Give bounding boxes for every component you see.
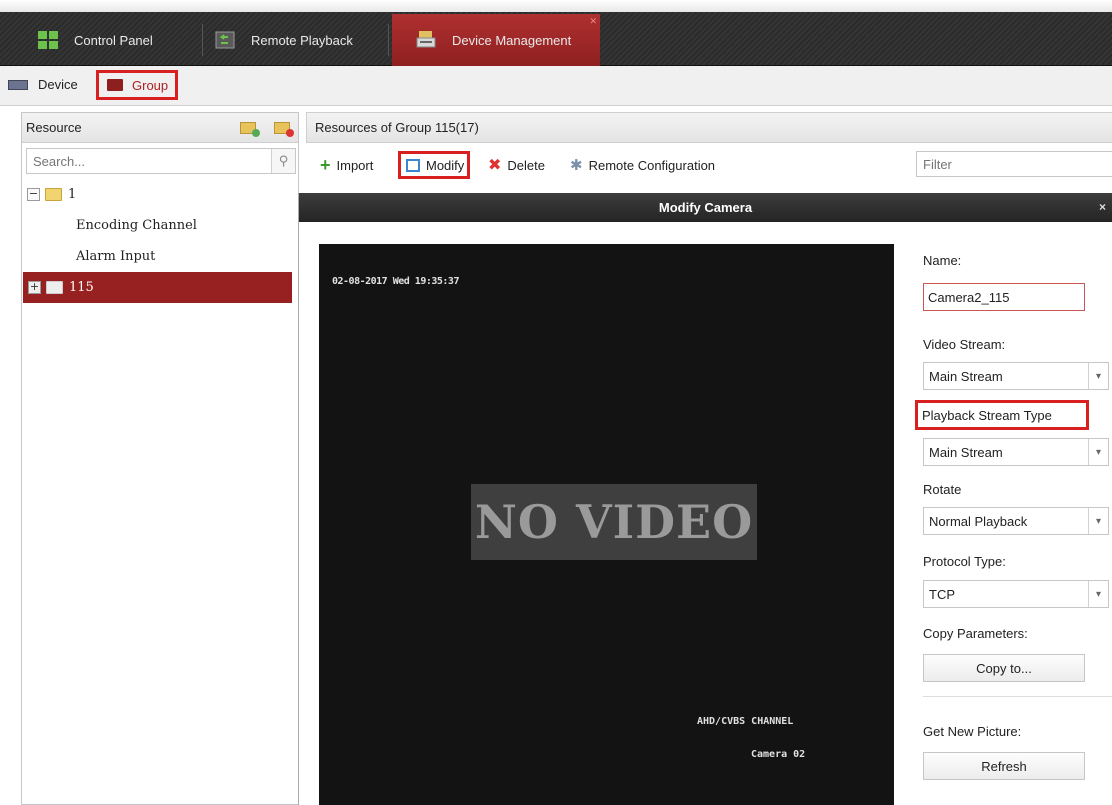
video-stream-select[interactable]: Main Stream ▾ xyxy=(923,362,1109,390)
tab-control-panel[interactable]: Control Panel xyxy=(30,14,200,66)
search-icon[interactable]: ⚲ xyxy=(271,149,295,173)
tab-device-management[interactable]: Device Management ✕ xyxy=(392,14,600,66)
subtab-group-label: Group xyxy=(132,77,169,93)
tree-node-label: 115 xyxy=(69,280,94,295)
close-icon[interactable]: × xyxy=(1099,200,1106,214)
osd-timestamp: 02-08-2017 Wed 19:35:37 xyxy=(332,276,459,287)
control-panel-icon xyxy=(38,31,58,49)
tree-node-115[interactable]: + 115 xyxy=(23,272,292,303)
tree-node-label: Encoding Channel xyxy=(76,218,197,233)
resource-search: ⚲ xyxy=(26,148,296,174)
tree-node-alarm-input[interactable]: Alarm Input xyxy=(22,241,298,272)
protocol-type-value: TCP xyxy=(929,586,955,602)
resource-tree: − 1 Encoding Channel Alarm Input + 115 xyxy=(22,179,298,303)
copy-parameters-label: Copy Parameters: xyxy=(923,626,1028,641)
filter-input[interactable] xyxy=(916,151,1112,177)
remote-playback-icon xyxy=(215,31,235,49)
get-new-picture-label: Get New Picture: xyxy=(923,724,1022,739)
import-label: Import xyxy=(336,157,374,173)
group-resources-header: Resources of Group 115(17) xyxy=(306,112,1112,143)
tree-node-label: 1 xyxy=(68,187,77,202)
form-divider xyxy=(923,696,1112,697)
tab-remote-playback[interactable]: Remote Playback xyxy=(205,14,385,66)
remote-configuration-label: Remote Configuration xyxy=(588,157,716,173)
protocol-type-label: Protocol Type: xyxy=(923,554,1006,569)
add-group-icon[interactable] xyxy=(240,122,260,137)
chevron-down-icon: ▾ xyxy=(1088,363,1108,389)
sub-tab-bar: Device Group xyxy=(0,66,1112,106)
tab-close-icon[interactable]: ✕ xyxy=(589,16,597,27)
name-label: Name: xyxy=(923,253,962,268)
resource-panel: Resource ⚲ − 1 Encoding Channel Alarm In… xyxy=(21,112,299,805)
delete-label: Delete xyxy=(507,157,545,173)
osd-camera-name: Camera 02 xyxy=(751,749,806,760)
subtab-device[interactable]: Device xyxy=(8,77,78,92)
tree-node-1[interactable]: − 1 xyxy=(22,179,298,210)
plus-icon: + xyxy=(320,154,331,175)
subtab-group[interactable]: Group xyxy=(96,70,178,100)
import-button[interactable]: + Import xyxy=(320,151,373,179)
chevron-down-icon: ▾ xyxy=(1088,581,1108,607)
delete-button[interactable]: ✖ Delete xyxy=(488,151,545,179)
group-folder-icon xyxy=(107,79,123,91)
copy-to-button[interactable]: Copy to... xyxy=(923,654,1085,682)
resource-header: Resource xyxy=(22,113,298,143)
edit-icon xyxy=(406,158,420,172)
top-tab-bar: Control Panel Remote Playback Device Man… xyxy=(0,0,1112,66)
resource-search-input[interactable] xyxy=(27,149,271,173)
video-preview: 02-08-2017 Wed 19:35:37 NO VIDEO AHD/CVB… xyxy=(319,244,894,805)
top-strip xyxy=(0,0,1112,12)
modify-camera-dialog: Modify Camera × 02-08-2017 Wed 19:35:37 … xyxy=(298,193,1112,805)
rotate-select[interactable]: Normal Playback ▾ xyxy=(923,507,1109,535)
tab-label: Device Management xyxy=(452,32,572,48)
rotate-value: Normal Playback xyxy=(929,513,1028,529)
chevron-down-icon: ▾ xyxy=(1088,508,1108,534)
video-stream-value: Main Stream xyxy=(929,368,1003,384)
playback-stream-type-select[interactable]: Main Stream ▾ xyxy=(923,438,1109,466)
device-icon xyxy=(8,79,28,90)
protocol-type-select[interactable]: TCP ▾ xyxy=(923,580,1109,608)
refresh-button[interactable]: Refresh xyxy=(923,752,1085,780)
main-toolbar: + Import Modify ✖ Delete ✱ Remote Config… xyxy=(306,143,1112,185)
modify-button[interactable]: Modify xyxy=(398,151,470,179)
no-video-message: NO VIDEO xyxy=(471,484,757,560)
folder-icon xyxy=(46,281,63,294)
osd-channel: AHD/CVBS CHANNEL xyxy=(697,716,794,727)
name-input[interactable]: Camera2_115 xyxy=(923,283,1085,311)
playback-stream-value: Main Stream xyxy=(929,444,1003,460)
rotate-label: Rotate xyxy=(923,482,962,497)
tab-divider xyxy=(388,24,389,56)
resource-title: Resource xyxy=(26,120,82,135)
subtab-device-label: Device xyxy=(38,77,78,92)
tree-node-label: Alarm Input xyxy=(76,249,156,264)
modify-label: Modify xyxy=(426,157,465,173)
tab-divider xyxy=(202,24,203,56)
dialog-title: Modify Camera xyxy=(658,200,753,215)
tab-label: Control Panel xyxy=(74,32,153,48)
dialog-title-bar: Modify Camera × xyxy=(299,193,1112,222)
remote-configuration-button[interactable]: ✱ Remote Configuration xyxy=(570,151,715,179)
gear-icon: ✱ xyxy=(570,157,583,174)
delete-group-icon[interactable] xyxy=(274,122,294,137)
tab-label: Remote Playback xyxy=(251,32,353,48)
tree-node-encoding-channel[interactable]: Encoding Channel xyxy=(22,210,298,241)
video-stream-label: Video Stream: xyxy=(923,337,1006,352)
playback-stream-type-label: Playback Stream Type xyxy=(915,400,1089,430)
device-management-icon xyxy=(416,31,436,48)
chevron-down-icon: ▾ xyxy=(1088,439,1108,465)
expand-icon[interactable]: + xyxy=(28,281,41,294)
delete-icon: ✖ xyxy=(488,157,502,174)
resource-header-icons xyxy=(240,122,294,137)
collapse-icon[interactable]: − xyxy=(27,188,40,201)
folder-icon xyxy=(45,188,62,201)
group-resources-title: Resources of Group 115(17) xyxy=(315,120,479,135)
